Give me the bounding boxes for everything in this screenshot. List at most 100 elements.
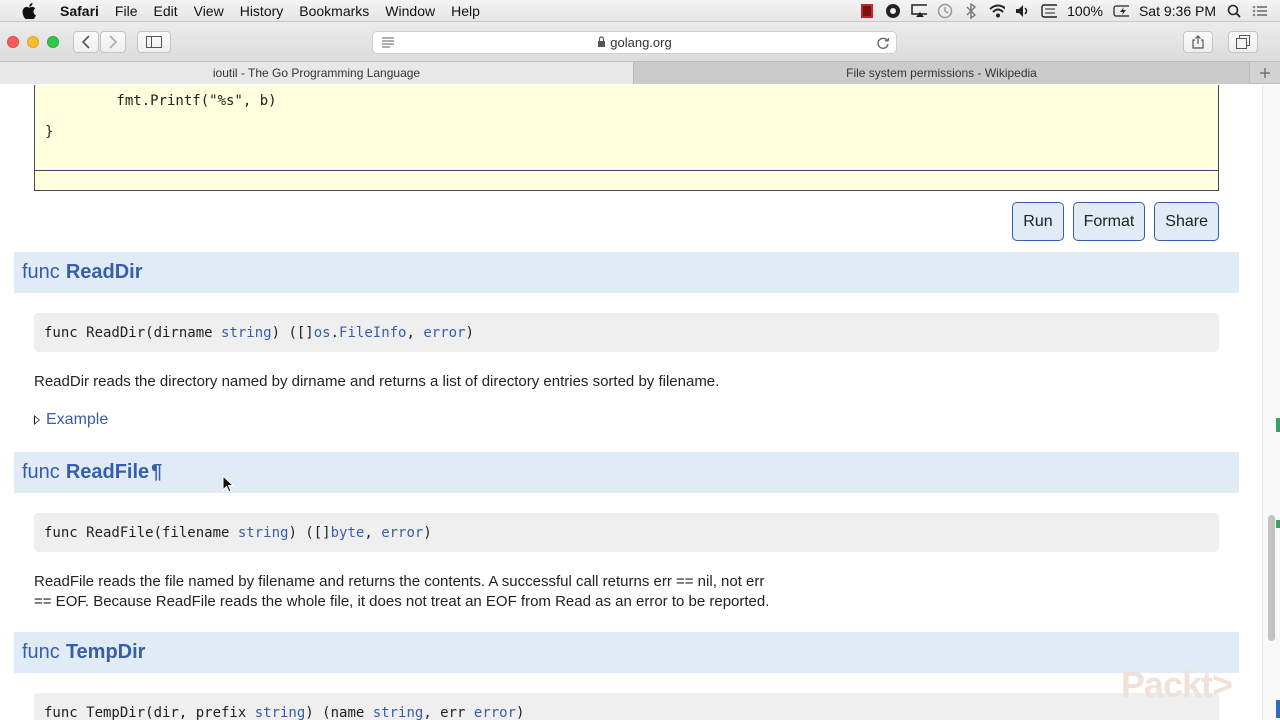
reload-icon[interactable] bbox=[876, 36, 890, 53]
sig-text: . bbox=[330, 324, 340, 341]
vertical-scrollbar[interactable] bbox=[1262, 85, 1280, 720]
menu-help[interactable]: Help bbox=[443, 0, 488, 22]
permalink-icon[interactable]: ¶ bbox=[151, 461, 162, 484]
battery-icon[interactable] bbox=[1113, 3, 1129, 19]
sig-text: , err bbox=[423, 704, 474, 720]
func-header-readdir: func ReadDir bbox=[14, 252, 1239, 293]
example-toggle[interactable]: Example bbox=[34, 411, 108, 429]
share-toolbar-button[interactable] bbox=[1183, 31, 1213, 53]
menu-file[interactable]: File bbox=[107, 0, 146, 22]
type-link[interactable]: FileInfo bbox=[339, 325, 406, 341]
func-header-readfile: func ReadFile ¶ bbox=[14, 452, 1239, 493]
tab-title: File system permissions - Wikipedia bbox=[846, 66, 1037, 80]
func-header-tempdir: func TempDir bbox=[14, 632, 1239, 673]
lock-icon bbox=[597, 35, 606, 50]
example-label: Example bbox=[46, 411, 109, 428]
menu-edit[interactable]: Edit bbox=[145, 0, 185, 22]
reader-icon[interactable] bbox=[381, 36, 395, 51]
sig-text: ) ([] bbox=[288, 524, 331, 541]
sig-text: func ReadDir(dirname bbox=[44, 324, 222, 341]
type-link[interactable]: string bbox=[221, 325, 272, 341]
run-button[interactable]: Run bbox=[1012, 202, 1064, 241]
spotlight-search-icon[interactable] bbox=[1226, 3, 1242, 19]
edge-marker bbox=[1276, 520, 1280, 528]
status-area: 100% Sat 9:36 PM bbox=[859, 2, 1280, 19]
func-signature-tempdir: func TempDir(dir, prefix string) (name s… bbox=[34, 693, 1219, 720]
clock[interactable]: Sat 9:36 PM bbox=[1139, 3, 1216, 19]
scrollbar-thumb[interactable] bbox=[1268, 515, 1275, 641]
battery-percent: 100% bbox=[1067, 2, 1103, 19]
window-minimize-button[interactable] bbox=[27, 36, 39, 48]
browser-toolbar: golang.org bbox=[0, 22, 1280, 62]
volume-icon[interactable] bbox=[1015, 3, 1031, 19]
func-description-readdir: ReadDir reads the directory named by dir… bbox=[34, 373, 720, 390]
window-zoom-button[interactable] bbox=[47, 36, 59, 48]
sig-text: ) (name bbox=[305, 704, 373, 720]
bluetooth-icon[interactable] bbox=[963, 2, 979, 19]
func-keyword: func bbox=[22, 641, 60, 663]
notification-center-icon[interactable] bbox=[1252, 3, 1268, 19]
edge-marker bbox=[1276, 418, 1280, 432]
description-line: ReadFile reads the file named by filenam… bbox=[34, 573, 765, 590]
type-link[interactable]: string bbox=[238, 525, 289, 541]
func-name-link[interactable]: TempDir bbox=[66, 641, 146, 664]
tabs-overview-icon bbox=[1236, 35, 1250, 49]
code-editor[interactable]: fmt.Printf("%s", b) } bbox=[34, 85, 1219, 171]
func-signature-readfile: func ReadFile(filename string) ([] byte, … bbox=[34, 513, 1219, 552]
address-bar[interactable]: golang.org bbox=[372, 31, 897, 54]
format-button[interactable]: Format bbox=[1072, 202, 1146, 241]
func-description-readfile: ReadFile reads the file named by filenam… bbox=[34, 572, 769, 612]
sig-text: , bbox=[364, 524, 382, 541]
code-line: fmt.Printf("%s", b) bbox=[49, 93, 277, 109]
type-link[interactable]: string bbox=[255, 705, 306, 720]
code-line: } bbox=[45, 124, 54, 140]
func-keyword: func bbox=[22, 261, 60, 283]
menu-view[interactable]: View bbox=[186, 0, 232, 22]
menu-window[interactable]: Window bbox=[377, 0, 443, 22]
menu-history[interactable]: History bbox=[232, 0, 292, 22]
new-tab-button[interactable] bbox=[1250, 62, 1280, 83]
type-link[interactable]: error bbox=[423, 325, 465, 341]
code-output bbox=[34, 170, 1219, 191]
func-name-link[interactable]: ReadFile bbox=[66, 461, 149, 484]
type-link[interactable]: os bbox=[314, 325, 331, 341]
sig-text: func TempDir(dir, prefix bbox=[44, 704, 255, 720]
evernote-icon[interactable] bbox=[885, 3, 901, 19]
func-name-link[interactable]: ReadDir bbox=[66, 261, 143, 284]
chevron-left-icon bbox=[81, 35, 90, 49]
edge-marker bbox=[1276, 700, 1280, 718]
window-close-button[interactable] bbox=[7, 36, 19, 48]
record-icon[interactable] bbox=[859, 3, 875, 19]
playground-buttons: Run Format Share bbox=[1012, 202, 1219, 241]
sig-text: func ReadFile(filename bbox=[44, 524, 238, 541]
sidebar-icon bbox=[146, 36, 162, 48]
packt-watermark-logo: Packt> bbox=[1120, 664, 1233, 705]
wifi-icon[interactable] bbox=[989, 3, 1006, 19]
func-keyword: func bbox=[22, 461, 60, 483]
time-machine-icon[interactable] bbox=[937, 3, 953, 19]
back-button[interactable] bbox=[73, 31, 99, 53]
forward-button[interactable] bbox=[100, 31, 126, 53]
sig-text: , bbox=[406, 324, 424, 341]
share-icon bbox=[1192, 35, 1204, 49]
description-line: == EOF. Because ReadFile reads the whole… bbox=[34, 593, 770, 610]
tab-ioutil[interactable]: ioutil - The Go Programming Language bbox=[0, 62, 634, 84]
plus-icon bbox=[1260, 67, 1270, 78]
type-link[interactable]: error bbox=[381, 525, 423, 541]
menu-app-safari[interactable]: Safari bbox=[52, 0, 107, 22]
apple-icon[interactable] bbox=[20, 2, 38, 20]
sig-text: ) bbox=[465, 324, 474, 341]
tabs-overview-button[interactable] bbox=[1228, 31, 1258, 53]
input-menu-icon[interactable] bbox=[1041, 3, 1058, 19]
chevron-right-icon bbox=[109, 35, 118, 49]
type-link[interactable]: string bbox=[373, 705, 424, 720]
share-button[interactable]: Share bbox=[1154, 202, 1219, 241]
type-link[interactable]: byte bbox=[331, 525, 365, 541]
tab-file-permissions[interactable]: File system permissions - Wikipedia bbox=[634, 62, 1250, 84]
menu-bookmarks[interactable]: Bookmarks bbox=[291, 0, 377, 22]
type-link[interactable]: error bbox=[474, 705, 516, 720]
tab-bar: ioutil - The Go Programming Language Fil… bbox=[0, 62, 1280, 84]
airplay-icon[interactable] bbox=[911, 3, 928, 19]
func-signature-readdir: func ReadDir(dirname string) ([] os. FileI… bbox=[34, 313, 1219, 352]
sidebar-button[interactable] bbox=[137, 31, 171, 53]
